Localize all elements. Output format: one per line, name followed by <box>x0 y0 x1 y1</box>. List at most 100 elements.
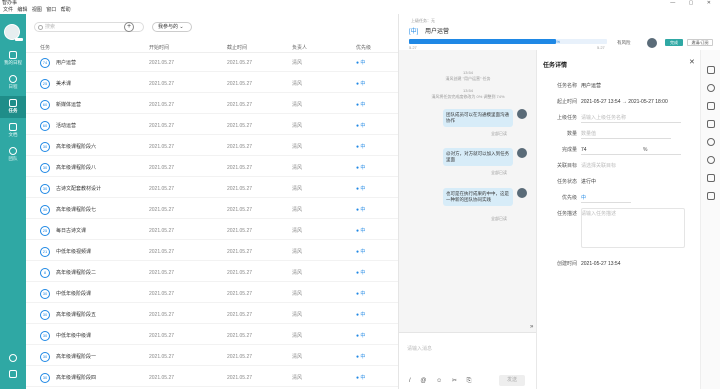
table-row[interactable]: 30 古诗文配套教材设计 2021.05.27 2021.05.27 清风 ● 中 <box>26 180 398 198</box>
col-start[interactable]: 开始时间 <box>149 44 169 51</box>
menu-edit[interactable]: 编辑 <box>17 6 27 14</box>
info-icon[interactable] <box>707 84 715 92</box>
task-name[interactable]: 中低年级视频课 <box>56 243 91 261</box>
col-owner[interactable]: 负责人 <box>292 44 307 51</box>
field-time-range[interactable]: 起止时间 2021-05-27 13:54 → 2021-05-27 18:00 <box>543 96 699 108</box>
risk-toggle[interactable]: 有风险 <box>617 40 631 46</box>
send-button[interactable]: 发送 <box>499 375 525 386</box>
owner: 清风 <box>292 375 303 381</box>
sidebar-item-docs[interactable]: 文档 <box>0 120 26 142</box>
task-name[interactable]: 中低年级阶段课 <box>56 285 91 303</box>
chat-pane: 上级任务：无 [中] 用户运营 进行中 74% 5.27 5.27 有风险 完成… <box>398 14 720 389</box>
table-row[interactable]: 60 新媒体运营 2021.05.27 2021.05.27 清风 ● 中 <box>26 96 398 114</box>
priority: ● 中 <box>356 312 366 318</box>
task-name[interactable]: 高年级课程阶段一 <box>56 348 96 366</box>
clock-icon[interactable] <box>707 156 715 164</box>
table-row[interactable]: 30 高年级课程阶段六 2021.05.27 2021.05.27 清风 ● 中 <box>26 138 398 156</box>
menu-help[interactable]: 帮助 <box>61 6 71 14</box>
start-time: 2021.05.27 <box>149 81 175 87</box>
sidebar-item-my-schedule[interactable]: 我的日程 <box>0 48 26 70</box>
folder-icon[interactable] <box>707 192 715 200</box>
task-name[interactable]: 高年级课程阶段八 <box>56 159 96 177</box>
field-goal[interactable]: 关联目标 请选择关联目标 <box>543 160 699 172</box>
close-icon[interactable]: ✕ <box>689 58 695 66</box>
task-name[interactable]: 用户运营 <box>56 54 76 72</box>
col-end[interactable]: 截止时间 <box>227 44 247 51</box>
end-time: 2021.05.27 <box>227 270 253 276</box>
menu-file[interactable]: 文件 <box>3 6 13 14</box>
progress-ring: 30 <box>40 184 50 194</box>
sidebar-item-schedule[interactable]: 日程 <box>0 72 26 94</box>
chat-bubble[interactable]: 也可是在执行成果的中中，这是一种新的团队协同实践 <box>443 188 513 206</box>
add-task-button[interactable]: + <box>124 22 134 32</box>
field-quantity[interactable]: 数量 数量值 <box>543 128 699 140</box>
task-name[interactable]: 高年级课程阶段五 <box>56 306 96 324</box>
table-row[interactable]: 25 每日古诗文课 2021.05.27 2021.05.27 清风 ● 中 <box>26 222 398 240</box>
file-icon[interactable] <box>707 120 715 128</box>
sidebar-item-tasks[interactable]: 任务 <box>0 96 26 118</box>
field-status[interactable]: 任务状态 进行中 <box>543 176 699 188</box>
star-icon[interactable] <box>707 174 715 182</box>
table-row[interactable]: 8 高年级课程阶段二 2021.05.27 2021.05.27 清风 ● 中 <box>26 264 398 282</box>
table-row[interactable]: 30 高年级课程阶段八 2021.05.27 2021.05.27 清风 ● 中 <box>26 159 398 177</box>
chat-bubble[interactable]: @对方，对方就可以加入到任务里面 <box>443 148 513 166</box>
field-parent-task[interactable]: 上级任务 请输入上级任务名称 <box>543 112 699 124</box>
task-name[interactable]: 每日古诗文课 <box>56 222 86 240</box>
col-priority[interactable]: 优先级 <box>356 44 371 51</box>
start-time: 2021.05.27 <box>149 144 175 150</box>
description-box[interactable] <box>581 208 685 248</box>
start-time: 2021.05.27 <box>149 354 175 360</box>
member-icon[interactable] <box>707 102 715 110</box>
task-name[interactable]: 高年级课程阶段四 <box>56 369 96 387</box>
owner: 清风 <box>292 123 303 129</box>
settings-icon[interactable] <box>9 370 17 378</box>
end-time: 2021.05.27 <box>227 102 253 108</box>
owner: 清风 <box>292 186 303 192</box>
col-task[interactable]: 任务 <box>40 44 50 51</box>
table-row[interactable]: 30 中低年级阶段课 2021.05.27 2021.05.27 清风 ● 中 <box>26 285 398 303</box>
owner: 清风 <box>292 81 303 87</box>
task-name[interactable]: 高年级课程阶段二 <box>56 264 96 282</box>
task-name[interactable]: 中低年级中级课 <box>56 327 91 345</box>
task-name[interactable]: 古诗文配套教材设计 <box>56 180 101 198</box>
collapse-icon[interactable]: » <box>530 324 533 330</box>
target-icon <box>9 75 17 83</box>
progress-ring: 30 <box>40 289 50 299</box>
list-icon[interactable] <box>707 66 715 74</box>
table-row[interactable]: 30 高年级课程阶段五 2021.05.27 2021.05.27 清风 ● 中 <box>26 306 398 324</box>
menu-view[interactable]: 视图 <box>32 6 42 14</box>
table-row[interactable]: 30 高年级课程阶段四 2021.05.27 2021.05.27 清风 ● 中 <box>26 369 398 387</box>
table-row[interactable]: 30 高年级课程阶段一 2021.05.27 2021.05.27 清风 ● 中 <box>26 348 398 366</box>
table-row[interactable]: 25 美术课 2021.05.27 2021.05.27 清风 ● 中 <box>26 75 398 93</box>
table-row[interactable]: 60 活动运营 2021.05.27 2021.05.27 清风 ● 中 <box>26 117 398 135</box>
field-task-name[interactable]: 任务名称 用户运营 <box>543 80 699 92</box>
invite-button[interactable]: 邀请/订阅 <box>687 39 713 46</box>
field-completed[interactable]: 完成量 74 % <box>543 144 699 156</box>
task-name[interactable]: 高年级课程阶段七 <box>56 201 96 219</box>
message-input[interactable]: 请输入消息 / @ ☺ ✂ ⎘ 发送 <box>399 332 537 389</box>
field-priority[interactable]: 优先级 中 <box>543 192 699 204</box>
table-row[interactable]: 74 用户运营 2021.05.27 2021.05.27 清风 ● 中 <box>26 54 398 72</box>
document-icon <box>9 123 17 131</box>
owner-avatar[interactable] <box>647 38 657 48</box>
table-row[interactable]: 21 中低年级视频课 2021.05.27 2021.05.27 清风 ● 中 <box>26 243 398 261</box>
menu-window[interactable]: 窗口 <box>46 6 56 14</box>
owner: 清风 <box>292 249 303 255</box>
task-name[interactable]: 活动运营 <box>56 117 76 135</box>
complete-button[interactable]: 完成 <box>665 39 683 46</box>
filter-dropdown[interactable]: 我参与的 ⌄ <box>152 22 192 32</box>
input-toolbar[interactable]: / @ ☺ ✂ ⎘ <box>409 377 475 385</box>
task-name[interactable]: 新媒体运营 <box>56 96 81 114</box>
contacts-icon[interactable] <box>9 354 17 362</box>
priority: ● 中 <box>356 102 366 108</box>
chat-bubble[interactable]: 团队成员可以在沟通模里面沟通协作 <box>443 109 513 127</box>
task-name[interactable]: 高年级课程阶段六 <box>56 138 96 156</box>
parent-task-label: 上级任务：无 <box>411 18 435 23</box>
progress-fill <box>409 39 556 44</box>
task-title[interactable]: 用户运营 <box>425 26 449 35</box>
user-icon[interactable] <box>707 138 715 146</box>
task-name[interactable]: 美术课 <box>56 75 71 93</box>
table-row[interactable]: 30 高年级课程阶段七 2021.05.27 2021.05.27 清风 ● 中 <box>26 201 398 219</box>
table-row[interactable]: 30 中低年级中级课 2021.05.27 2021.05.27 清风 ● 中 <box>26 327 398 345</box>
sidebar-item-team[interactable]: 团队 <box>0 144 26 166</box>
